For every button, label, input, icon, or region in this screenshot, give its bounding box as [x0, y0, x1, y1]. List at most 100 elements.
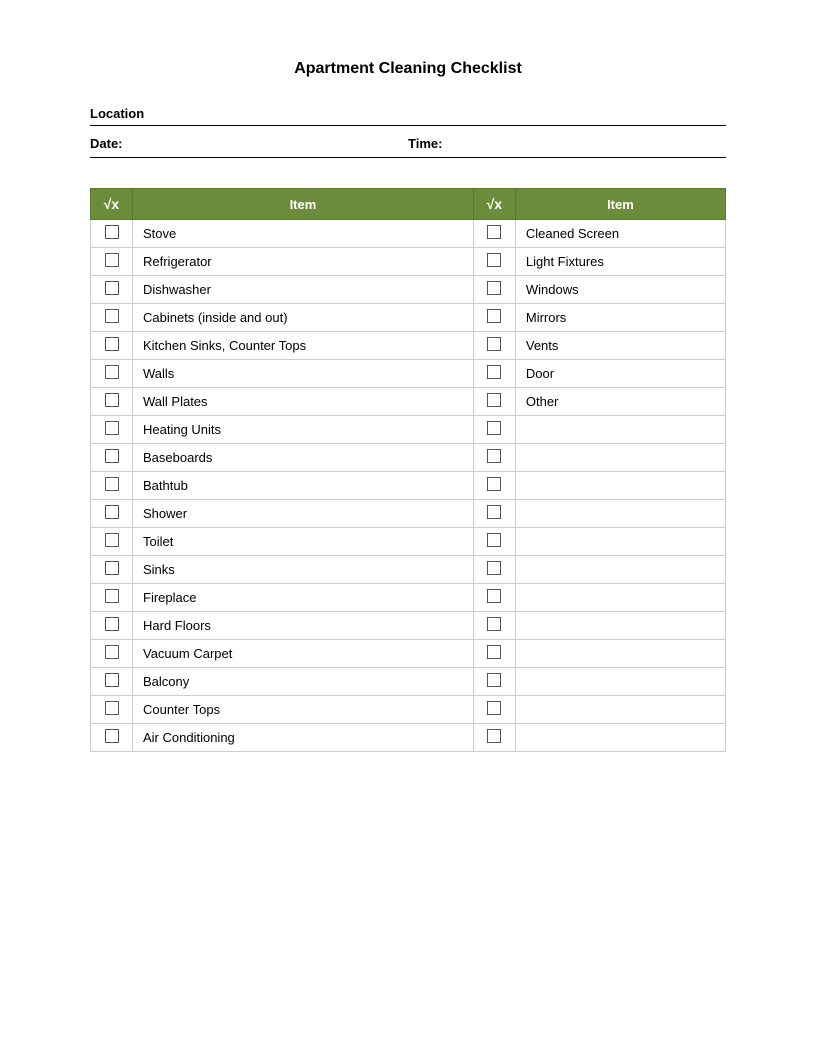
left-item-cell: Refrigerator [133, 248, 474, 276]
right-checkbox-cell[interactable] [473, 584, 515, 612]
right-checkbox-cell[interactable] [473, 696, 515, 724]
sqrt-icon-left: √x [104, 196, 119, 212]
right-checkbox-cell[interactable] [473, 500, 515, 528]
left-checkbox-cell[interactable] [91, 640, 133, 668]
checkbox-left[interactable] [105, 337, 119, 351]
table-row: WallsDoor [91, 360, 726, 388]
right-checkbox-cell[interactable] [473, 612, 515, 640]
checkbox-left[interactable] [105, 309, 119, 323]
left-item-header: Item [133, 189, 474, 220]
right-item-cell: Light Fixtures [515, 248, 725, 276]
checkbox-right[interactable] [487, 421, 501, 435]
left-item-cell: Cabinets (inside and out) [133, 304, 474, 332]
checkbox-left[interactable] [105, 617, 119, 631]
left-checkbox-cell[interactable] [91, 444, 133, 472]
left-checkbox-cell[interactable] [91, 388, 133, 416]
right-item-cell [515, 444, 725, 472]
table-row: Hard Floors [91, 612, 726, 640]
checkbox-right[interactable] [487, 561, 501, 575]
left-checkbox-cell[interactable] [91, 472, 133, 500]
checkbox-right[interactable] [487, 477, 501, 491]
checkbox-left[interactable] [105, 645, 119, 659]
checkbox-left[interactable] [105, 393, 119, 407]
left-checkbox-cell[interactable] [91, 416, 133, 444]
checkbox-right[interactable] [487, 393, 501, 407]
left-checkbox-cell[interactable] [91, 360, 133, 388]
right-checkbox-cell[interactable] [473, 444, 515, 472]
right-checkbox-cell[interactable] [473, 276, 515, 304]
left-checkbox-cell[interactable] [91, 332, 133, 360]
checkbox-left[interactable] [105, 701, 119, 715]
checkbox-right[interactable] [487, 309, 501, 323]
checkbox-right[interactable] [487, 365, 501, 379]
left-checkbox-cell[interactable] [91, 612, 133, 640]
checkbox-left[interactable] [105, 421, 119, 435]
right-checkbox-cell[interactable] [473, 332, 515, 360]
table-row: Refrigerator Light Fixtures [91, 248, 726, 276]
checkbox-left[interactable] [105, 449, 119, 463]
checkbox-right[interactable] [487, 673, 501, 687]
right-item-cell [515, 472, 725, 500]
left-checkbox-cell[interactable] [91, 500, 133, 528]
right-checkbox-cell[interactable] [473, 304, 515, 332]
checkbox-right[interactable] [487, 449, 501, 463]
checkbox-left[interactable] [105, 673, 119, 687]
right-checkbox-cell[interactable] [473, 248, 515, 276]
right-item-cell [515, 668, 725, 696]
location-section: Location [90, 106, 726, 121]
checkbox-left[interactable] [105, 589, 119, 603]
checkbox-right[interactable] [487, 617, 501, 631]
checkbox-right[interactable] [487, 589, 501, 603]
right-checkbox-cell[interactable] [473, 640, 515, 668]
checkbox-left[interactable] [105, 729, 119, 743]
left-checkbox-cell[interactable] [91, 668, 133, 696]
right-checkbox-cell[interactable] [473, 472, 515, 500]
checkbox-left[interactable] [105, 505, 119, 519]
table-header-row: √x Item √x Item [91, 189, 726, 220]
left-checkbox-cell[interactable] [91, 696, 133, 724]
left-checkbox-cell[interactable] [91, 584, 133, 612]
right-item-cell [515, 500, 725, 528]
checkbox-left[interactable] [105, 365, 119, 379]
checkbox-left[interactable] [105, 225, 119, 239]
table-row: Bathtub [91, 472, 726, 500]
table-row: Fireplace [91, 584, 726, 612]
checkbox-left[interactable] [105, 281, 119, 295]
checkbox-right[interactable] [487, 729, 501, 743]
right-item-cell: Mirrors [515, 304, 725, 332]
table-row: Baseboards [91, 444, 726, 472]
checkbox-right[interactable] [487, 225, 501, 239]
checkbox-left[interactable] [105, 253, 119, 267]
right-checkbox-cell[interactable] [473, 668, 515, 696]
checkbox-right[interactable] [487, 533, 501, 547]
table-row: Balcony [91, 668, 726, 696]
checkbox-right[interactable] [487, 281, 501, 295]
left-checkbox-cell[interactable] [91, 724, 133, 752]
checkbox-right[interactable] [487, 645, 501, 659]
right-checkbox-cell[interactable] [473, 528, 515, 556]
checkbox-right[interactable] [487, 337, 501, 351]
table-row: Toilet [91, 528, 726, 556]
checkbox-left[interactable] [105, 533, 119, 547]
left-checkbox-cell[interactable] [91, 248, 133, 276]
left-item-cell: Counter Tops [133, 696, 474, 724]
time-label: Time: [408, 136, 442, 151]
right-checkbox-cell[interactable] [473, 220, 515, 248]
checkbox-left[interactable] [105, 561, 119, 575]
checkbox-right[interactable] [487, 701, 501, 715]
left-checkbox-cell[interactable] [91, 528, 133, 556]
left-item-cell: Baseboards [133, 444, 474, 472]
right-checkbox-cell[interactable] [473, 556, 515, 584]
right-checkbox-cell[interactable] [473, 360, 515, 388]
left-checkbox-cell[interactable] [91, 276, 133, 304]
checkbox-left[interactable] [105, 477, 119, 491]
table-row: Heating Units [91, 416, 726, 444]
checkbox-right[interactable] [487, 253, 501, 267]
left-checkbox-cell[interactable] [91, 220, 133, 248]
right-checkbox-cell[interactable] [473, 388, 515, 416]
right-checkbox-cell[interactable] [473, 724, 515, 752]
left-checkbox-cell[interactable] [91, 556, 133, 584]
right-checkbox-cell[interactable] [473, 416, 515, 444]
left-checkbox-cell[interactable] [91, 304, 133, 332]
checkbox-right[interactable] [487, 505, 501, 519]
